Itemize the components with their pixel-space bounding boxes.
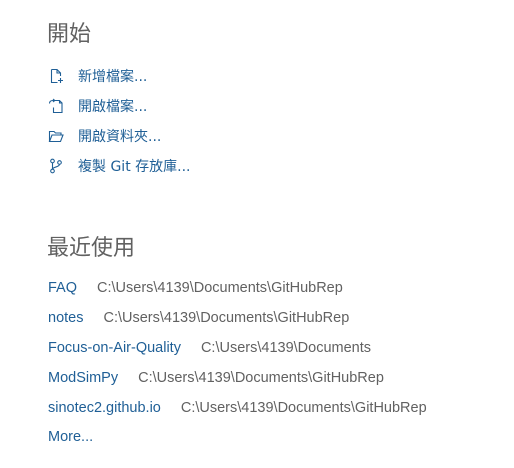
recent-item: sinotec2.github.io C:\Users\4139\Documen… <box>48 393 427 423</box>
clone-git-repo-action[interactable]: 複製 Git 存放庫... <box>48 151 190 181</box>
open-file-action[interactable]: 開啟檔案... <box>48 91 190 121</box>
open-file-label: 開啟檔案... <box>78 99 148 115</box>
recent-item: Focus-on-Air-Quality C:\Users\4139\Docum… <box>48 333 427 363</box>
new-file-icon <box>48 68 64 84</box>
recent-item-name[interactable]: sinotec2.github.io <box>48 400 161 416</box>
recent-item-name[interactable]: Focus-on-Air-Quality <box>48 340 181 356</box>
start-actions-list: 新增檔案... 開啟檔案... 開啟資料夾... 複製 Git 存放庫... <box>48 61 190 181</box>
new-file-action[interactable]: 新增檔案... <box>48 61 190 91</box>
open-file-icon <box>48 98 64 114</box>
start-section-title: 開始 <box>47 22 92 47</box>
recent-item-name[interactable]: notes <box>48 310 83 326</box>
recent-item: FAQ C:\Users\4139\Documents\GitHubRep <box>48 273 427 303</box>
clone-git-repo-label: 複製 Git 存放庫... <box>78 159 191 175</box>
more-recent-link[interactable]: More... <box>48 429 93 445</box>
open-folder-icon <box>48 128 64 144</box>
recent-item: notes C:\Users\4139\Documents\GitHubRep <box>48 303 427 333</box>
recent-item-path: C:\Users\4139\Documents\GitHubRep <box>103 310 350 326</box>
recent-item-path: C:\Users\4139\Documents\GitHubRep <box>180 400 427 416</box>
recent-list: FAQ C:\Users\4139\Documents\GitHubRep no… <box>48 273 427 423</box>
recent-item-path: C:\Users\4139\Documents <box>200 340 371 356</box>
recent-item: ModSimPy C:\Users\4139\Documents\GitHubR… <box>48 363 427 393</box>
recent-item-name[interactable]: ModSimPy <box>48 370 118 386</box>
git-branch-icon <box>48 158 64 174</box>
open-folder-label: 開啟資料夾... <box>78 129 162 145</box>
recent-item-path: C:\Users\4139\Documents\GitHubRep <box>138 370 384 386</box>
recent-item-path: C:\Users\4139\Documents\GitHubRep <box>97 280 343 296</box>
recent-item-name[interactable]: FAQ <box>48 280 77 296</box>
recent-section-title: 最近使用 <box>47 236 136 261</box>
open-folder-action[interactable]: 開啟資料夾... <box>48 121 190 151</box>
new-file-label: 新增檔案... <box>78 69 148 85</box>
